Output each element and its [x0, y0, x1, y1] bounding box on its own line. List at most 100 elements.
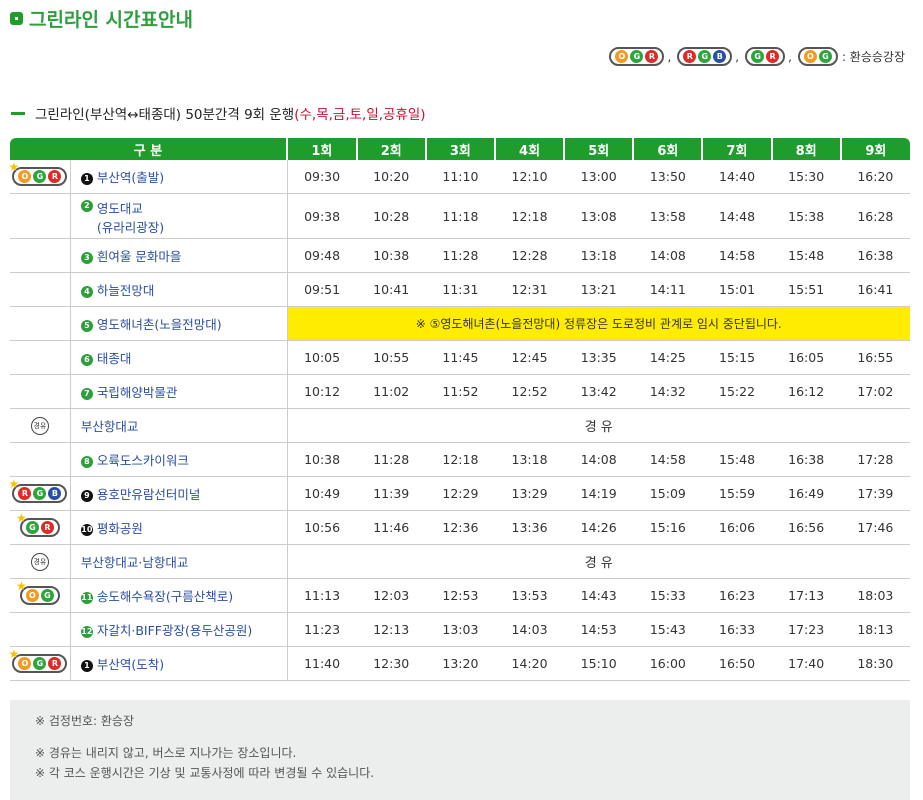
time-cell: 11:23 [287, 612, 357, 647]
dash-bullet-icon [11, 111, 25, 115]
time-cell: 10:41 [356, 272, 426, 307]
header-run: 9회 [839, 138, 910, 160]
table-row: 5 영도해녀촌(노을전망대) ※ ⑤영도해녀촌(노을전망대) 정류장은 도로정비 … [10, 306, 910, 341]
time-cell: 16:05 [771, 340, 841, 375]
stop-number: 8 [80, 455, 93, 468]
route-og-icon: OG [797, 47, 838, 66]
time-cell: 16:12 [771, 374, 841, 409]
time-cell: 13:36 [494, 510, 565, 545]
via-icon: 경유 [30, 417, 49, 435]
stop-number: 2 [80, 199, 93, 212]
table-row: ★ O G R 1 부산역(출발) 09:30 10:20 11:10 12:10 13:00 1… [8, 160, 910, 194]
timetable: 구 분 1회 2회 3회 4회 5회 6회 7회 8회 9회 ★ O G R 1 부산역… [8, 138, 910, 681]
time-cell: 14:03 [494, 612, 565, 647]
time-cell: 11:18 [425, 193, 495, 239]
time-cell: 11:28 [356, 442, 426, 477]
star-icon: ★ [8, 477, 20, 491]
time-cell: 15:48 [771, 238, 841, 273]
stop-number: 7 [80, 387, 93, 400]
time-cell: 17:02 [840, 374, 910, 409]
time-cell: 13:58 [633, 193, 703, 239]
time-cell: 13:18 [494, 442, 565, 477]
star-icon: ★ [15, 511, 27, 525]
time-cell: 14:20 [494, 646, 565, 681]
table-row: 경유 부산항대교·남항대교 경 유 [10, 544, 910, 579]
time-cell: 13:53 [494, 578, 565, 613]
square-bullet-icon [10, 12, 23, 25]
time-cell: 14:58 [702, 238, 772, 273]
time-cell: 17:13 [771, 578, 841, 613]
time-cell: 16:28 [840, 193, 910, 239]
time-cell: 12:28 [494, 238, 565, 273]
time-cell: 16:06 [702, 510, 772, 545]
via-cell: 경 유 [287, 544, 910, 579]
table-row: 4 하늘전망대 09:51 10:41 11:31 12:31 13:21 14:11 15:… [10, 272, 910, 307]
star-icon: ★ [8, 647, 20, 661]
time-cell: 17:39 [840, 476, 910, 511]
time-cell: 15:38 [771, 193, 841, 239]
time-cell: 14:08 [564, 442, 634, 477]
time-cell: 17:28 [840, 442, 910, 477]
timetable-header: 구 분 1회 2회 3회 4회 5회 6회 7회 8회 9회 [10, 138, 910, 160]
time-cell: 12:18 [425, 442, 495, 477]
time-cell: 11:13 [287, 578, 357, 613]
table-row: ★ O G 11 송도해수욕장(구름산책로) 11:13 12:03 12:53 13:53… [10, 578, 910, 613]
time-cell: 12:29 [425, 476, 495, 511]
star-icon: ★ [8, 160, 20, 174]
footer-note: ※ 각 코스 운행시간은 기상 및 교통사정에 따라 변경될 수 있습니다. [35, 766, 375, 780]
table-row: 3 흰여울 문화마을 09:48 10:38 11:28 12:28 13:18 14:08… [10, 238, 910, 273]
stop-name: 부산항대교 [80, 419, 139, 434]
time-cell: 18:30 [840, 646, 910, 681]
time-cell: 15:16 [633, 510, 703, 545]
time-cell: 11:31 [425, 272, 495, 307]
page-title: 그린라인 시간표안내 [10, 5, 193, 32]
table-row: 7 국립해양박물관 10:12 11:02 11:52 12:52 13:42 14:32 1… [10, 374, 910, 409]
stop-name: 영도대교 [96, 200, 143, 216]
stop-number: 4 [80, 285, 93, 298]
time-cell: 16:55 [840, 340, 910, 375]
time-cell: 16:38 [771, 442, 841, 477]
time-cell: 15:22 [702, 374, 772, 409]
stop-name: 하늘전망대 [96, 283, 155, 298]
time-cell: 10:05 [287, 340, 357, 375]
stop-name: 국립해양박물관 [96, 385, 178, 400]
stop-name: 부산역(출발) [96, 170, 165, 185]
stop-number: 9 [80, 489, 93, 502]
time-cell: 17:40 [771, 646, 841, 681]
route-gr-icon: GR [745, 47, 786, 66]
time-cell: 14:40 [702, 160, 772, 194]
time-cell: 15:09 [633, 476, 703, 511]
time-cell: 12:18 [494, 193, 565, 239]
time-cell: 15:51 [771, 272, 841, 307]
time-cell: 13:18 [564, 238, 634, 273]
time-cell: 10:56 [287, 510, 357, 545]
stop-name: 흰여울 문화마을 [96, 249, 182, 264]
time-cell: 15:15 [702, 340, 772, 375]
transfer-icon: ★ R G B [8, 477, 68, 503]
stop-number: 5 [80, 319, 93, 332]
time-cell: 16:49 [771, 476, 841, 511]
time-cell: 18:13 [840, 612, 910, 647]
time-cell: 11:40 [287, 646, 357, 681]
time-cell: 16:33 [702, 612, 772, 647]
table-row: ★ G R 10 평화공원 10:56 11:46 12:36 13:36 14:26 15:1… [10, 510, 910, 545]
via-icon: 경유 [30, 553, 49, 571]
time-cell: 14:19 [564, 476, 634, 511]
time-cell: 16:23 [702, 578, 772, 613]
time-cell: 09:51 [287, 272, 357, 307]
header-run: 8회 [770, 138, 841, 160]
transfer-legend: OGR, RGB, GR, OG : 환승승강장 [609, 47, 905, 66]
time-cell: 10:38 [287, 442, 357, 477]
stop-name: 오륙도스카이워크 [96, 453, 189, 468]
table-row: ★ O G R 1 부산역(도착) 11:40 12:30 13:20 14:20 15:10 1… [8, 646, 910, 681]
time-cell: 13:20 [425, 646, 495, 681]
stop-number: 6 [80, 353, 93, 366]
table-row: 6 태종대 10:05 10:55 11:45 12:45 13:35 14:25 15:15… [10, 340, 910, 375]
time-cell: 13:29 [494, 476, 565, 511]
time-cell: 12:53 [425, 578, 495, 613]
time-cell: 12:36 [425, 510, 495, 545]
time-cell: 14:32 [633, 374, 703, 409]
time-cell: 09:48 [287, 238, 357, 273]
stop-number: 12 [80, 625, 93, 638]
time-cell: 13:50 [633, 160, 703, 194]
